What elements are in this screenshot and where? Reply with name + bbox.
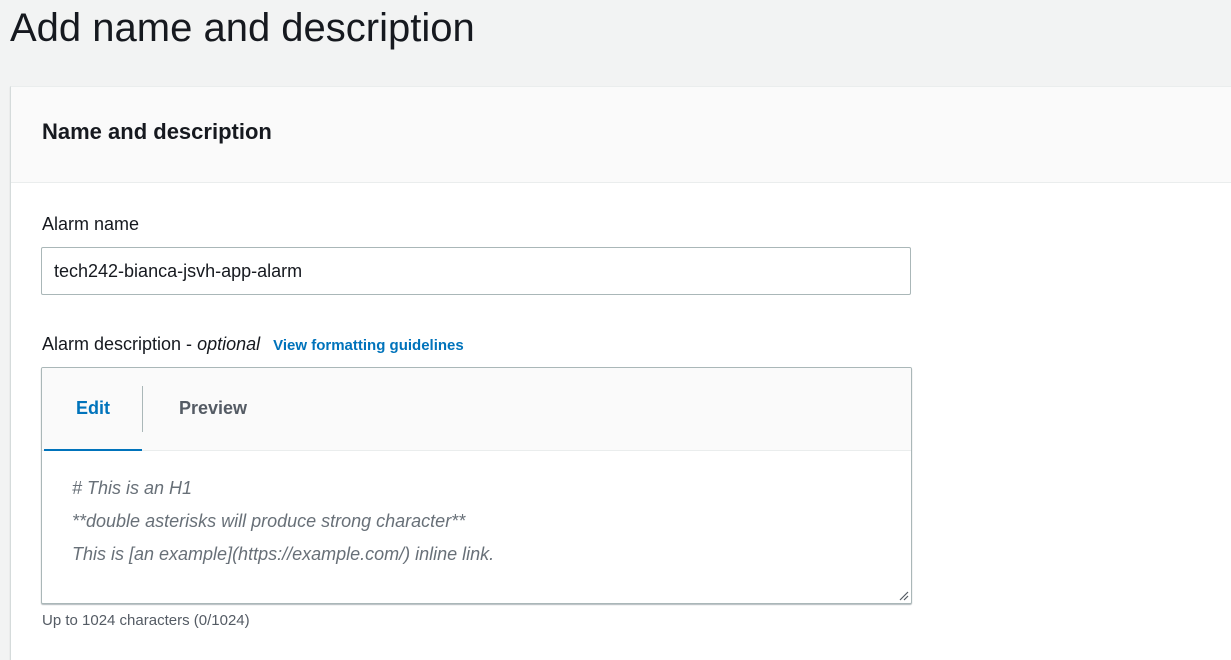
panel-header-title: Name and description xyxy=(42,119,272,144)
panel-header: Name and description xyxy=(11,87,1231,183)
character-constraint: Up to 1024 characters (0/1024) xyxy=(42,612,250,629)
tab-preview[interactable]: Preview xyxy=(144,368,282,451)
editor-tab-bar: Edit Preview xyxy=(42,368,911,451)
alarm-name-input[interactable] xyxy=(41,247,911,295)
name-and-description-panel: Name and description Alarm name Alarm de… xyxy=(10,86,1231,660)
view-formatting-guidelines-link[interactable]: View formatting guidelines xyxy=(273,337,464,354)
page-title: Add name and description xyxy=(10,6,475,50)
alarm-description-label-row: Alarm description - optional View format… xyxy=(42,333,464,357)
tab-divider xyxy=(142,386,143,432)
alarm-description-label: Alarm description - xyxy=(42,334,198,354)
resize-handle-icon[interactable] xyxy=(897,589,909,601)
tab-edit[interactable]: Edit xyxy=(44,368,142,451)
alarm-name-label: Alarm name xyxy=(42,214,140,234)
optional-label: optional xyxy=(197,334,261,354)
alarm-description-editor: Edit Preview # This is an H1 **double as… xyxy=(41,367,912,604)
alarm-description-textarea[interactable] xyxy=(42,451,911,603)
